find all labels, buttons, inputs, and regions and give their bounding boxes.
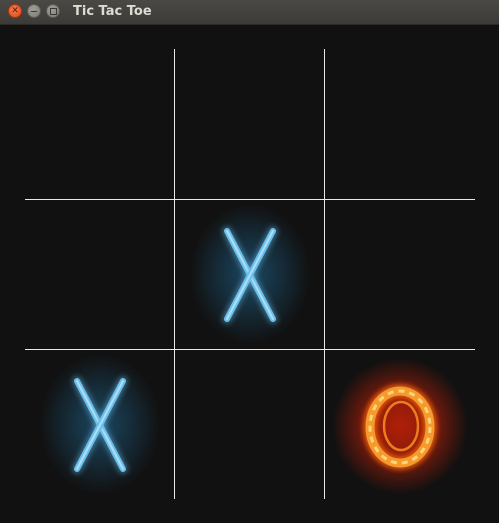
x-mark-icon [190,204,310,344]
grid-line-horizontal-1 [25,199,475,200]
board-cell-1-2[interactable] [175,49,325,199]
board-cell-1-1[interactable] [25,49,175,199]
board-cell-2-2[interactable] [175,199,325,349]
close-window-button[interactable]: ✕ [8,4,22,18]
board-cell-1-3[interactable] [325,49,475,199]
title-bar: ✕ Tic Tac Toe [0,0,499,25]
close-icon: ✕ [11,5,19,16]
maximize-window-button[interactable] [46,4,60,18]
board-cell-3-1[interactable] [25,349,175,499]
minimize-icon [31,10,37,12]
window-title: Tic Tac Toe [73,4,152,19]
o-mark-icon [332,358,468,494]
minimize-window-button[interactable] [27,4,41,18]
board-cell-3-3[interactable] [325,349,475,499]
game-window: ✕ Tic Tac Toe [0,0,499,523]
grid-line-horizontal-2 [25,349,475,350]
x-mark-icon [40,354,160,494]
game-board [25,49,475,499]
grid-line-vertical-2 [324,49,325,499]
board-cell-2-3[interactable] [325,199,475,349]
board-cell-3-2[interactable] [175,349,325,499]
grid-line-vertical-1 [174,49,175,499]
board-cell-2-1[interactable] [25,199,175,349]
maximize-icon [49,7,57,15]
